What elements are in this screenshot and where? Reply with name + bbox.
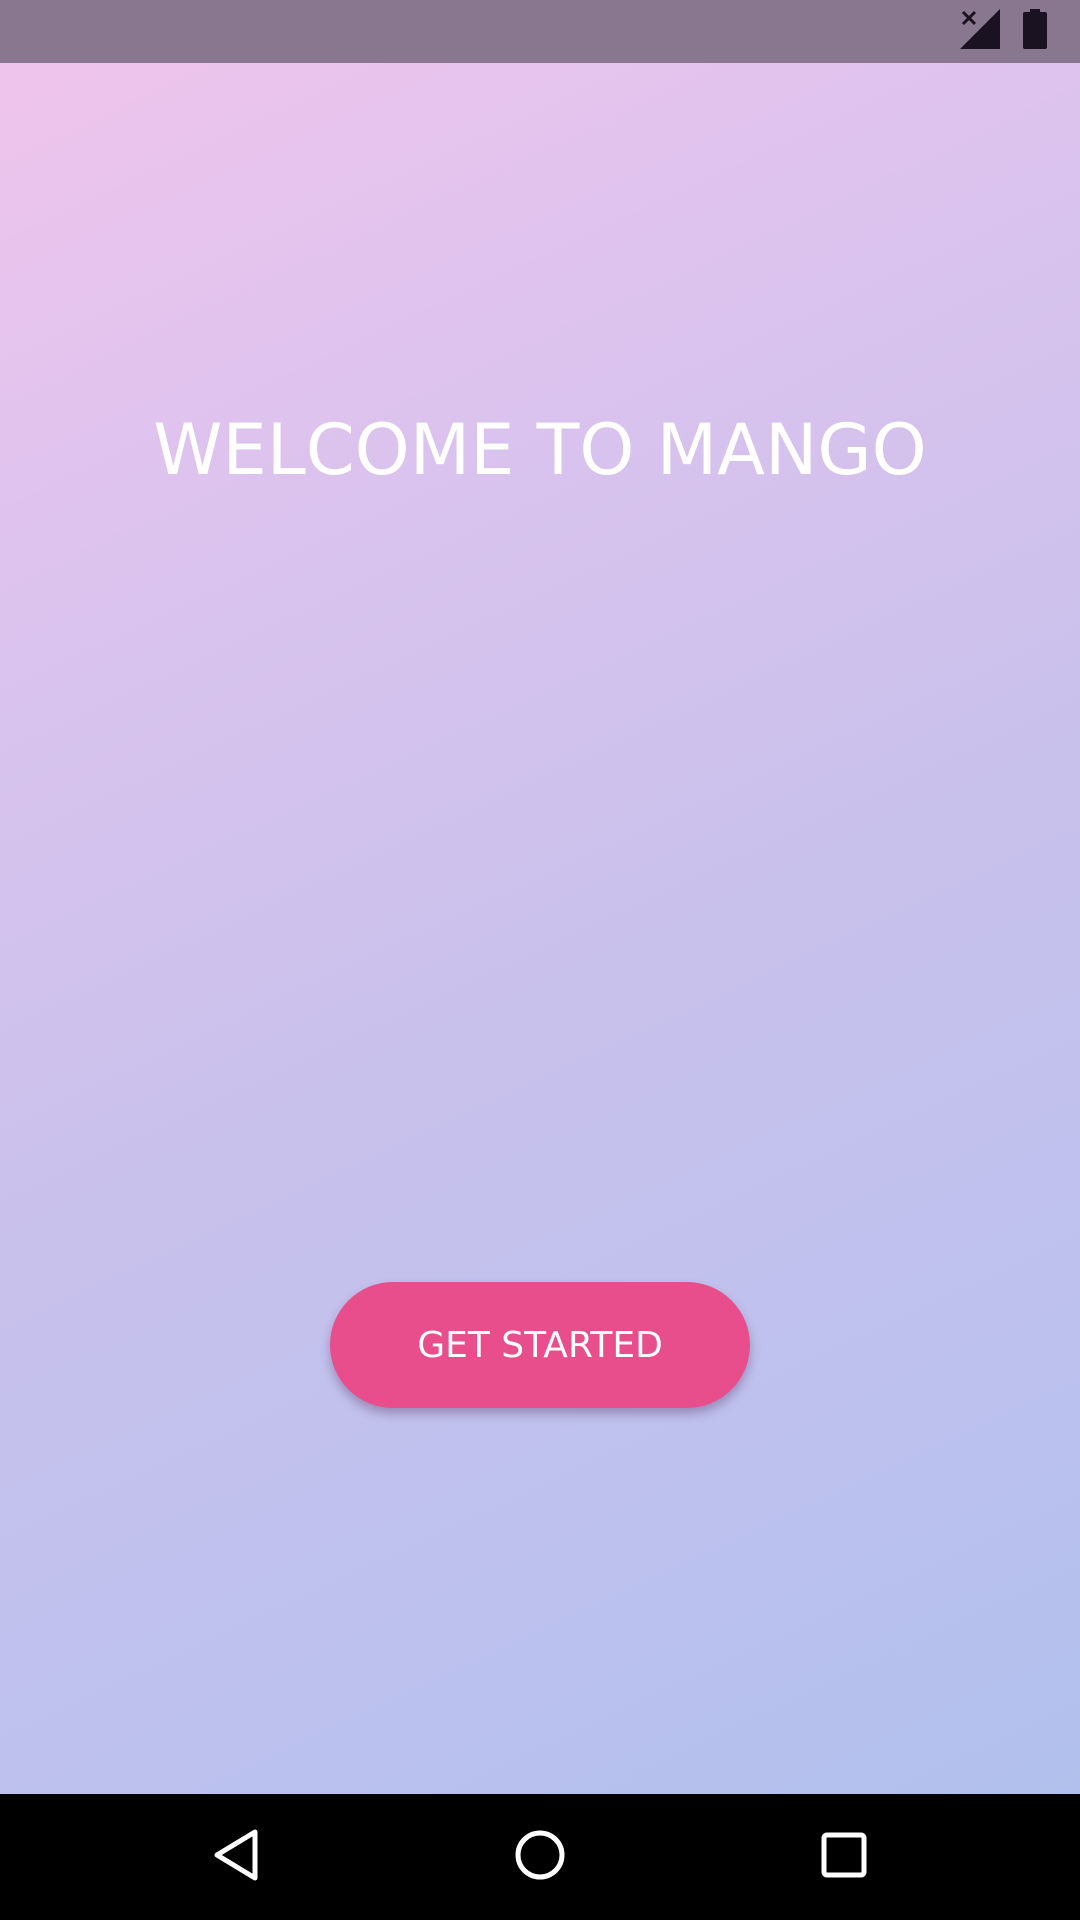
welcome-title: WELCOME TO MANGO [153,409,927,491]
recents-button[interactable] [774,1794,914,1920]
recents-icon [819,1830,869,1885]
home-button[interactable] [470,1794,610,1920]
get-started-button[interactable]: GET STARTED [330,1282,750,1408]
status-icons [960,8,1048,54]
battery-full-icon [1022,8,1048,54]
home-icon [513,1828,567,1887]
signal-no-service-icon [960,8,1000,54]
status-bar [0,0,1080,63]
navigation-bar [0,1794,1080,1920]
back-button[interactable] [166,1794,306,1920]
back-icon [211,1828,261,1887]
welcome-screen: WELCOME TO MANGO GET STARTED [0,0,1080,1920]
